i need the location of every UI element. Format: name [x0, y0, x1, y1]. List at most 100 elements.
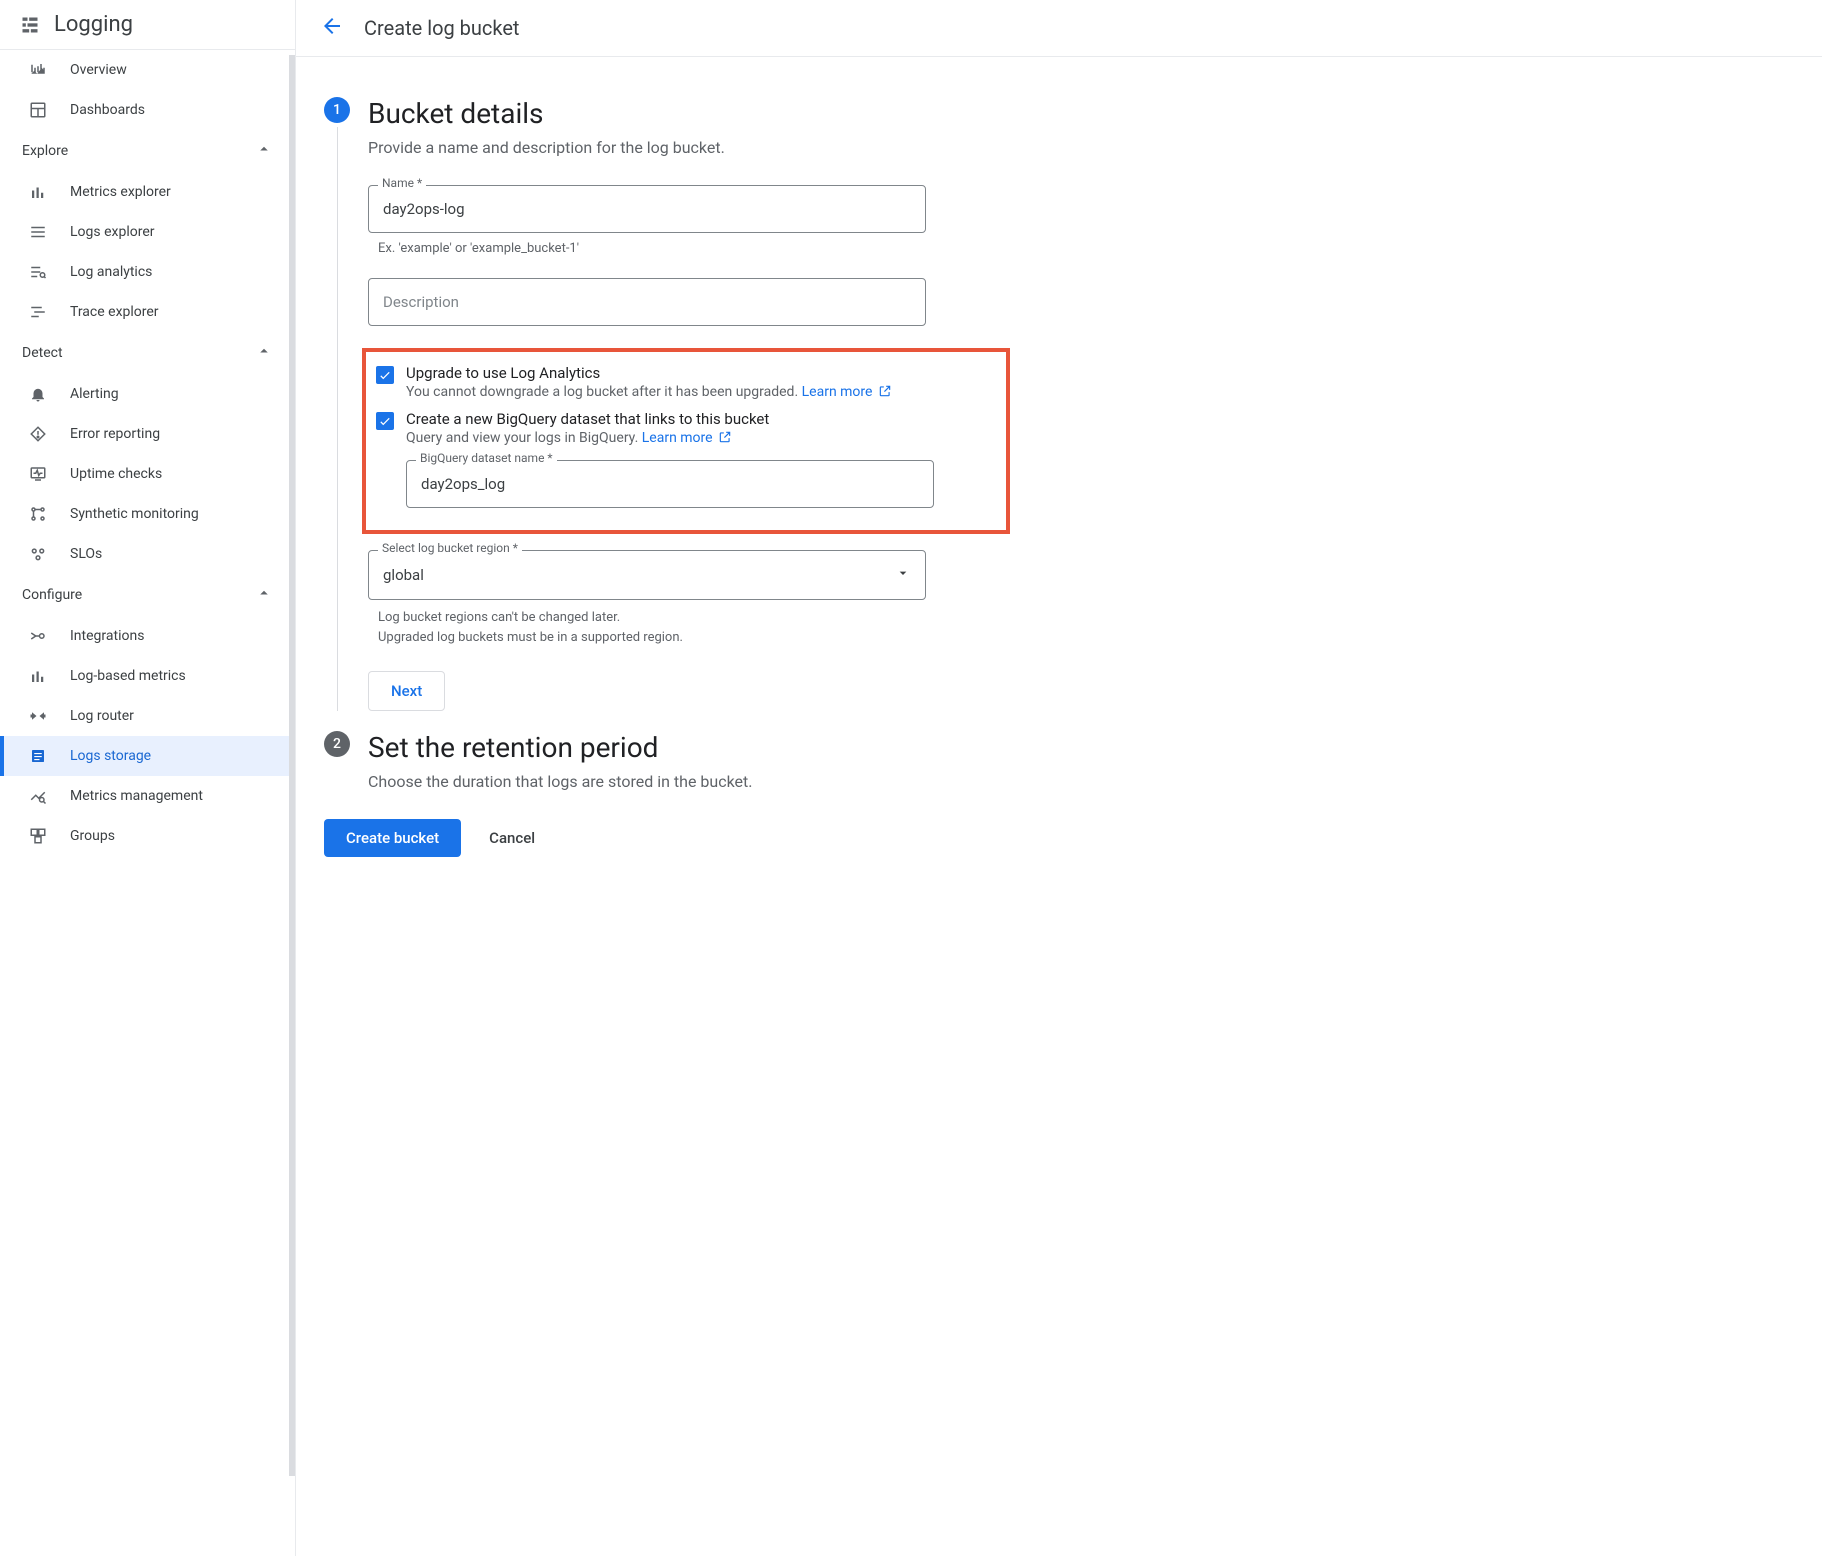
nav-label: Log router: [70, 708, 134, 724]
nav-section-detect[interactable]: Detect: [0, 332, 295, 374]
nav-label: Error reporting: [70, 426, 160, 442]
section-label: Detect: [22, 345, 63, 361]
bq-dataset-field: BigQuery dataset name *: [406, 460, 934, 508]
step-2: 2 Set the retention period Choose the du…: [324, 731, 1268, 791]
step-badge-1: 1: [324, 97, 350, 123]
integrations-icon: [28, 626, 48, 646]
nav-label: SLOs: [70, 546, 102, 562]
metrics-management-icon: [28, 786, 48, 806]
sidebar-item-synthetic-monitoring[interactable]: Synthetic monitoring: [0, 494, 295, 534]
nav-label: Dashboards: [70, 102, 145, 118]
region-field: Select log bucket region * global: [368, 550, 926, 600]
sidebar-item-log-router[interactable]: Log router: [0, 696, 295, 736]
logs-storage-icon: [28, 746, 48, 766]
logs-explorer-icon: [28, 222, 48, 242]
step-1-subtitle: Provide a name and description for the l…: [368, 138, 1268, 157]
upgrade-checkbox[interactable]: [376, 366, 394, 384]
nav-label: Log analytics: [70, 264, 152, 280]
nav-label: Synthetic monitoring: [70, 506, 199, 522]
sidebar-item-metrics-management[interactable]: Metrics management: [0, 776, 295, 816]
sidebar: Logging Overview Dashboards Explore Metr…: [0, 0, 296, 1556]
external-link-icon: [718, 430, 732, 444]
synthetic-monitoring-icon: [28, 504, 48, 524]
sidebar-item-overview[interactable]: Overview: [0, 50, 295, 90]
region-select[interactable]: global: [368, 550, 926, 600]
error-reporting-icon: [28, 424, 48, 444]
trace-explorer-icon: [28, 302, 48, 322]
chevron-up-icon: [255, 342, 273, 364]
upgrade-learn-more-link[interactable]: Learn more: [802, 384, 892, 400]
analytics-highlight-box: Upgrade to use Log Analytics You cannot …: [362, 348, 1010, 534]
uptime-checks-icon: [28, 464, 48, 484]
logging-product-icon: [20, 15, 40, 35]
bigquery-learn-more-link[interactable]: Learn more: [642, 430, 732, 446]
sidebar-item-log-based-metrics[interactable]: Log-based metrics: [0, 656, 295, 696]
sidebar-item-slos[interactable]: SLOs: [0, 534, 295, 574]
log-analytics-icon: [28, 262, 48, 282]
region-value: global: [383, 566, 424, 584]
region-helper: Log bucket regions can't be changed late…: [378, 608, 1268, 647]
external-link-icon: [878, 384, 892, 398]
sidebar-header: Logging: [0, 0, 295, 50]
nav-label: Trace explorer: [70, 304, 159, 320]
sidebar-item-dashboards[interactable]: Dashboards: [0, 90, 295, 130]
upgrade-label: Upgrade to use Log Analytics: [406, 364, 996, 382]
nav-label: Log-based metrics: [70, 668, 186, 684]
bq-dataset-label: BigQuery dataset name *: [416, 451, 557, 465]
sidebar-item-error-reporting[interactable]: Error reporting: [0, 414, 295, 454]
sidebar-item-alerting[interactable]: Alerting: [0, 374, 295, 414]
section-label: Configure: [22, 587, 82, 603]
metrics-explorer-icon: [28, 182, 48, 202]
bigquery-label: Create a new BigQuery dataset that links…: [406, 410, 996, 428]
chevron-up-icon: [255, 140, 273, 162]
page-title: Create log bucket: [364, 16, 519, 40]
section-label: Explore: [22, 143, 68, 159]
step-2-title: Set the retention period: [368, 731, 1268, 764]
nav-section-explore[interactable]: Explore: [0, 130, 295, 172]
step-connector: [337, 127, 338, 711]
region-label: Select log bucket region *: [378, 541, 522, 555]
dropdown-arrow-icon: [895, 565, 911, 585]
name-input[interactable]: [368, 185, 926, 233]
description-input[interactable]: [368, 278, 926, 326]
sidebar-item-uptime-checks[interactable]: Uptime checks: [0, 454, 295, 494]
sidebar-item-groups[interactable]: Groups: [0, 816, 295, 856]
sidebar-item-logs-storage[interactable]: Logs storage: [0, 736, 295, 776]
footer-buttons: Create bucket Cancel: [324, 819, 1268, 857]
slos-icon: [28, 544, 48, 564]
step-1-title: Bucket details: [368, 97, 1268, 130]
cancel-button[interactable]: Cancel: [489, 829, 535, 847]
sidebar-item-logs-explorer[interactable]: Logs explorer: [0, 212, 295, 252]
upgrade-helper: You cannot downgrade a log bucket after …: [406, 384, 996, 400]
main-content: Create log bucket 1 Bucket details Provi…: [296, 0, 1822, 1556]
nav-label: Alerting: [70, 386, 119, 402]
nav-label: Uptime checks: [70, 466, 162, 482]
step-1: 1 Bucket details Provide a name and desc…: [324, 97, 1268, 711]
nav-label: Metrics management: [70, 788, 203, 804]
nav-label: Logs explorer: [70, 224, 155, 240]
log-based-metrics-icon: [28, 666, 48, 686]
back-arrow-icon[interactable]: [320, 14, 344, 42]
topbar: Create log bucket: [296, 0, 1822, 57]
sidebar-item-integrations[interactable]: Integrations: [0, 616, 295, 656]
description-field: [368, 278, 926, 326]
log-router-icon: [28, 706, 48, 726]
overview-icon: [28, 60, 48, 80]
step-badge-2: 2: [324, 731, 350, 757]
chevron-up-icon: [255, 584, 273, 606]
nav-section-configure[interactable]: Configure: [0, 574, 295, 616]
upgrade-checkbox-row[interactable]: Upgrade to use Log Analytics You cannot …: [376, 364, 996, 400]
name-field: Name *: [368, 185, 926, 233]
nav-label: Metrics explorer: [70, 184, 171, 200]
sidebar-item-log-analytics[interactable]: Log analytics: [0, 252, 295, 292]
bq-dataset-input[interactable]: [406, 460, 934, 508]
sidebar-item-trace-explorer[interactable]: Trace explorer: [0, 292, 295, 332]
groups-icon: [28, 826, 48, 846]
bigquery-checkbox[interactable]: [376, 412, 394, 430]
nav-label: Logs storage: [70, 748, 151, 764]
bigquery-checkbox-row[interactable]: Create a new BigQuery dataset that links…: [376, 410, 996, 446]
sidebar-item-metrics-explorer[interactable]: Metrics explorer: [0, 172, 295, 212]
next-button[interactable]: Next: [368, 671, 445, 711]
create-bucket-button[interactable]: Create bucket: [324, 819, 461, 857]
dashboards-icon: [28, 100, 48, 120]
